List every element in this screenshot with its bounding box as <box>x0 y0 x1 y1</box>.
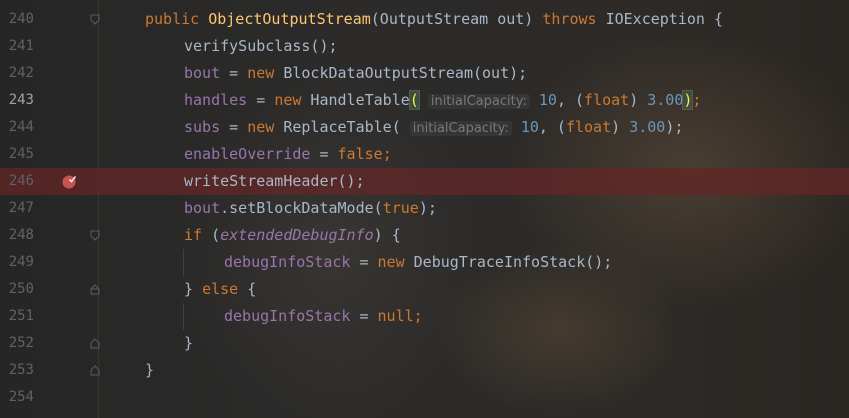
code-line-248[interactable]: 248 if (extendedDebugInfo) { <box>0 222 849 249</box>
code-text: if (extendedDebugInfo) { <box>184 226 401 244</box>
line-number[interactable]: 254 <box>0 384 34 411</box>
line-number[interactable]: 240 <box>0 6 34 33</box>
line-number[interactable]: 245 <box>0 141 34 168</box>
line-number[interactable]: 248 <box>0 222 34 249</box>
code-line-241[interactable]: 241 verifySubclass(); <box>0 33 849 60</box>
code-line-249[interactable]: 249 debugInfoStack = new DebugTraceInfoS… <box>0 249 849 276</box>
parameter-hint: initialCapacity: <box>409 121 512 136</box>
matched-paren-open: ( <box>408 90 420 110</box>
line-number[interactable]: 250 <box>0 276 34 303</box>
line-number[interactable]: 253 <box>0 357 34 384</box>
fold-collapse-icon[interactable] <box>90 14 100 25</box>
line-number[interactable]: 244 <box>0 114 34 141</box>
fold-end-icon[interactable] <box>90 338 100 349</box>
fold-collapse-icon[interactable] <box>90 230 100 241</box>
indent-guide <box>183 249 184 276</box>
line-number[interactable]: 252 <box>0 330 34 357</box>
code-line-242[interactable]: 242 bout = new BlockDataOutputStream(out… <box>0 60 849 87</box>
code-text: handles = new HandleTable( initialCapaci… <box>184 90 702 110</box>
code-text: verifySubclass(); <box>184 37 338 55</box>
code-text: enableOverride = false; <box>184 145 392 163</box>
code-text: writeStreamHeader(); <box>184 172 365 190</box>
line-number[interactable]: 241 <box>0 33 34 60</box>
code-line-247[interactable]: 247 bout.setBlockDataMode(true); <box>0 195 849 222</box>
code-text: public ObjectOutputStream(OutputStream o… <box>145 10 723 28</box>
code-text: subs = new ReplaceTable( initialCapacity… <box>184 118 684 136</box>
line-number[interactable]: 247 <box>0 195 34 222</box>
code-line-252[interactable]: 252 } <box>0 330 849 357</box>
breakpoint-verified-icon[interactable] <box>62 174 77 189</box>
line-number-current[interactable]: 243 <box>0 87 34 114</box>
code-line-240[interactable]: 240 public ObjectOutputStream(OutputStre… <box>0 6 849 33</box>
code-line-243[interactable]: 243 handles = new HandleTable( initialCa… <box>0 87 849 114</box>
code-line-250[interactable]: 250 } else { <box>0 276 849 303</box>
code-line-251[interactable]: 251 debugInfoStack = null; <box>0 303 849 330</box>
code-editor[interactable]: 240 public ObjectOutputStream(OutputStre… <box>0 0 849 418</box>
code-line-254[interactable]: 254 <box>0 384 849 411</box>
code-text: } <box>145 361 155 379</box>
code-line-253[interactable]: 253 } <box>0 357 849 384</box>
code-text: bout.setBlockDataMode(true); <box>184 199 437 217</box>
code-text: } else { <box>184 280 257 298</box>
code-line-246-breakpoint[interactable]: 246 writeStreamHeader(); <box>0 168 849 195</box>
parameter-hint: initialCapacity: <box>427 94 530 109</box>
code-text: } <box>184 334 194 352</box>
line-number[interactable]: 246 <box>0 168 34 195</box>
fold-expand-end-icon[interactable] <box>90 284 100 295</box>
line-number[interactable]: 242 <box>0 60 34 87</box>
indent-guide <box>183 303 184 330</box>
code-text: debugInfoStack = null; <box>224 307 423 325</box>
code-text: debugInfoStack = new DebugTraceInfoStack… <box>224 253 613 271</box>
code-text: bout = new BlockDataOutputStream(out); <box>184 64 528 82</box>
code-line-245[interactable]: 245 enableOverride = false; <box>0 141 849 168</box>
line-number[interactable]: 251 <box>0 303 34 330</box>
fold-end-icon[interactable] <box>90 365 100 376</box>
code-line-244[interactable]: 244 subs = new ReplaceTable( initialCapa… <box>0 114 849 141</box>
line-number[interactable]: 249 <box>0 249 34 276</box>
